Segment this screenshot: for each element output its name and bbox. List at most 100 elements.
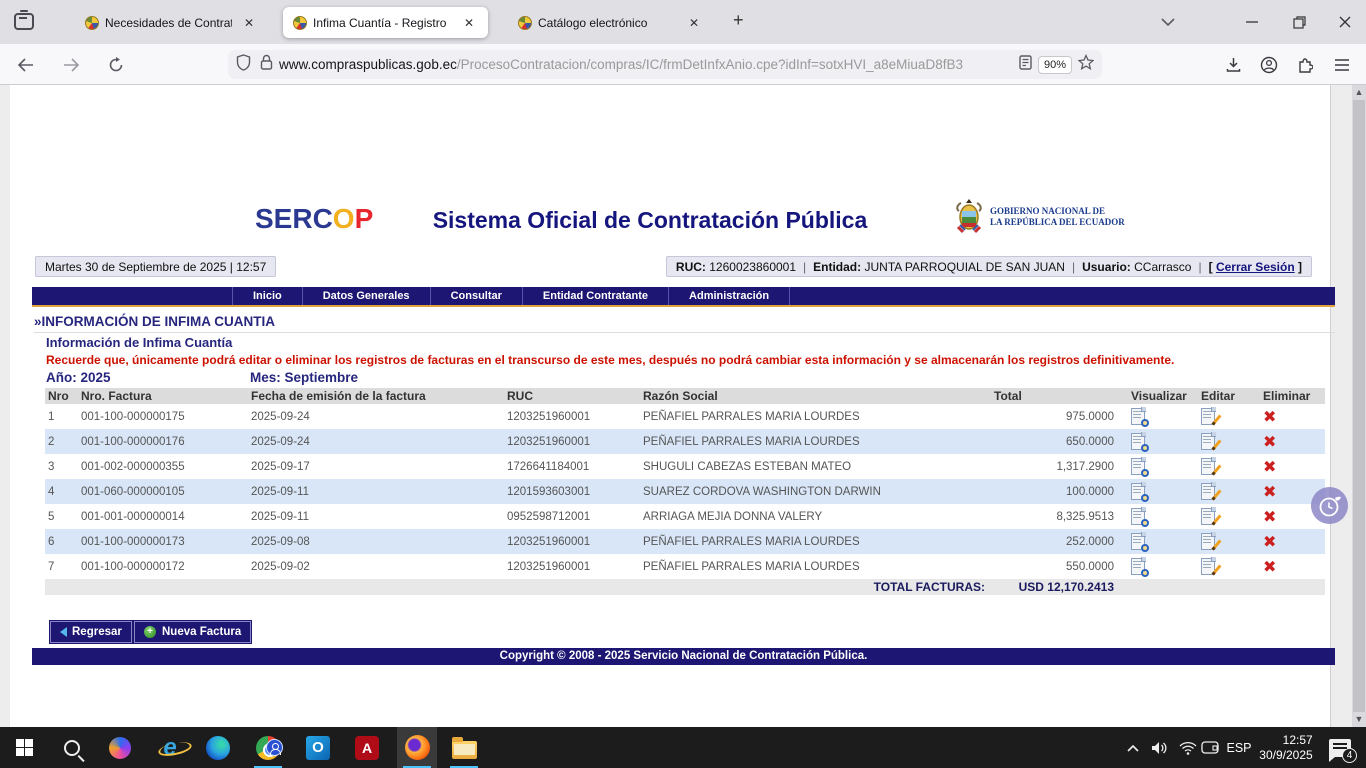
menu-hamburger-icon[interactable] (1331, 54, 1353, 76)
outlook-icon[interactable]: O (298, 727, 338, 768)
chrome-icon[interactable] (248, 727, 288, 768)
close-window-button[interactable] (1330, 10, 1360, 34)
firefox-icon-active[interactable] (397, 727, 437, 768)
tab-necesidades[interactable]: Necesidades de Contratación y ✕ (75, 7, 268, 38)
col-ruc: RUC (504, 388, 640, 404)
search-button[interactable] (52, 727, 92, 768)
tab-title: Necesidades de Contratación y (105, 16, 232, 30)
delete-icon[interactable]: ✖ (1263, 457, 1276, 476)
tab-title: Catálogo electrónico (538, 16, 647, 30)
edge-icon[interactable] (198, 727, 238, 768)
logout-link[interactable]: Cerrar Sesión (1216, 260, 1295, 274)
menu-item-consultar[interactable]: Consultar (431, 287, 523, 305)
delete-icon[interactable]: ✖ (1263, 407, 1276, 426)
delete-icon[interactable]: ✖ (1263, 432, 1276, 451)
ecuador-arms-favicon (293, 16, 307, 30)
timer-overlay-widget[interactable] (1311, 487, 1348, 524)
delete-icon[interactable]: ✖ (1263, 532, 1276, 551)
clock-tray[interactable]: 12:57 30/9/2025 (1253, 727, 1319, 768)
delete-icon[interactable]: ✖ (1263, 482, 1276, 501)
back-icon[interactable] (14, 54, 36, 76)
gov-text-line1: GOBIERNO NACIONAL DE (990, 206, 1125, 217)
acrobat-icon[interactable]: A (347, 727, 387, 768)
browser-titlebar: Necesidades de Contratación y ✕ Infima C… (0, 0, 1366, 44)
menu-item-datos-generales[interactable]: Datos Generales (303, 287, 431, 305)
menu-accent-line (32, 305, 1335, 307)
start-button[interactable] (4, 727, 44, 768)
edit-icon[interactable] (1201, 483, 1215, 500)
edit-icon[interactable] (1201, 558, 1215, 575)
regresar-button[interactable]: Regresar (50, 621, 132, 643)
url-path: /ProcesoContratacion/compras/IC/frmDetIn… (457, 57, 963, 72)
tab-close-icon[interactable]: ✕ (685, 14, 703, 32)
copilot-icon[interactable] (100, 727, 140, 768)
invoices-table: Nro Nro. Factura Fecha de emisión de la … (45, 388, 1325, 595)
bookmark-star-icon[interactable] (1078, 54, 1094, 75)
lock-icon[interactable] (260, 54, 273, 75)
menu-item-entidad-contratante[interactable]: Entidad Contratante (523, 287, 669, 305)
visualize-icon[interactable] (1131, 533, 1145, 550)
gov-text-line2: LA REPÚBLICA DEL ECUADOR (990, 217, 1125, 228)
col-nro: Nro (45, 388, 78, 404)
visualize-icon[interactable] (1131, 508, 1145, 525)
vertical-scrollbar[interactable]: ▲ ▼ (1352, 85, 1366, 727)
scrollbar-thumb[interactable] (1353, 100, 1365, 712)
language-indicator[interactable]: ESP (1222, 727, 1256, 768)
tray-chevron-icon[interactable] (1120, 727, 1146, 768)
zoom-level-badge[interactable]: 90% (1038, 56, 1072, 74)
notifications-button[interactable]: 4 (1322, 727, 1358, 768)
file-explorer-icon[interactable] (444, 727, 484, 768)
ecuador-arms-favicon (518, 16, 532, 30)
menu-item-administracion[interactable]: Administración (669, 287, 790, 305)
clock-icon (1317, 493, 1343, 519)
edit-icon[interactable] (1201, 408, 1215, 425)
tab-catalogo[interactable]: Catálogo electrónico ✕ (508, 7, 713, 38)
edit-icon[interactable] (1201, 533, 1215, 550)
minimize-button[interactable] (1237, 10, 1267, 34)
display-cast-icon[interactable] (1195, 727, 1225, 768)
edit-icon[interactable] (1201, 458, 1215, 475)
entidad-label: Entidad: (813, 260, 861, 274)
scroll-up-icon[interactable]: ▲ (1352, 85, 1366, 100)
shield-icon[interactable] (236, 54, 251, 76)
visualize-icon[interactable] (1131, 558, 1145, 575)
tab-close-icon[interactable]: ✕ (460, 14, 478, 32)
forward-icon[interactable] (60, 54, 82, 76)
tab-close-icon[interactable]: ✕ (240, 14, 258, 32)
edit-icon[interactable] (1201, 433, 1215, 450)
volume-icon[interactable] (1146, 727, 1174, 768)
visualize-icon[interactable] (1131, 458, 1145, 475)
account-icon[interactable] (1258, 54, 1280, 76)
delete-icon[interactable]: ✖ (1263, 507, 1276, 526)
visualize-icon[interactable] (1131, 483, 1145, 500)
downloads-icon[interactable] (1222, 54, 1244, 76)
new-tab-button[interactable]: + (733, 10, 744, 31)
visualize-icon[interactable] (1131, 433, 1145, 450)
invoice-row: 7001-100-0000001722025-09-02120325196000… (45, 554, 1325, 579)
edit-icon[interactable] (1201, 508, 1215, 525)
delete-icon[interactable]: ✖ (1263, 557, 1276, 576)
browser-viewport: SERCOP Sistema Oficial de Contratación P… (0, 85, 1352, 727)
url-host: www.compraspublicas.gob.ec (279, 57, 457, 72)
visualize-icon[interactable] (1131, 408, 1145, 425)
government-logo: GOBIERNO NACIONAL DE LA REPÚBLICA DEL EC… (953, 199, 1125, 235)
invoice-row: 6001-100-0000001732025-09-08120325196000… (45, 529, 1325, 554)
reader-mode-icon[interactable] (1019, 55, 1032, 75)
url-bar[interactable]: www.compraspublicas.gob.ec/ProcesoContra… (228, 50, 1102, 79)
scroll-down-icon[interactable]: ▼ (1352, 712, 1366, 727)
main-menu: Inicio Datos Generales Consultar Entidad… (32, 287, 1335, 305)
extensions-icon[interactable] (1294, 54, 1316, 76)
table-header-row: Nro Nro. Factura Fecha de emisión de la … (45, 388, 1325, 404)
firefox-view-icon[interactable] (14, 13, 34, 30)
tab-infima-cuantia-active[interactable]: Infima Cuantía - Registro ✕ (283, 7, 488, 38)
tab-list-chevron-icon[interactable] (1153, 10, 1183, 34)
session-banner: RUC: 1260023860001 | Entidad: JUNTA PARR… (666, 256, 1312, 277)
reload-icon[interactable] (105, 54, 127, 76)
notification-count-badge: 4 (1342, 748, 1357, 763)
menu-item-inicio[interactable]: Inicio (232, 287, 303, 305)
restore-button[interactable] (1284, 10, 1314, 34)
chrome-profile-badge (266, 739, 283, 756)
url-text[interactable]: www.compraspublicas.gob.ec/ProcesoContra… (279, 57, 1019, 72)
nueva-factura-button[interactable]: + Nueva Factura (134, 621, 251, 643)
internet-explorer-icon[interactable]: e (150, 727, 190, 768)
